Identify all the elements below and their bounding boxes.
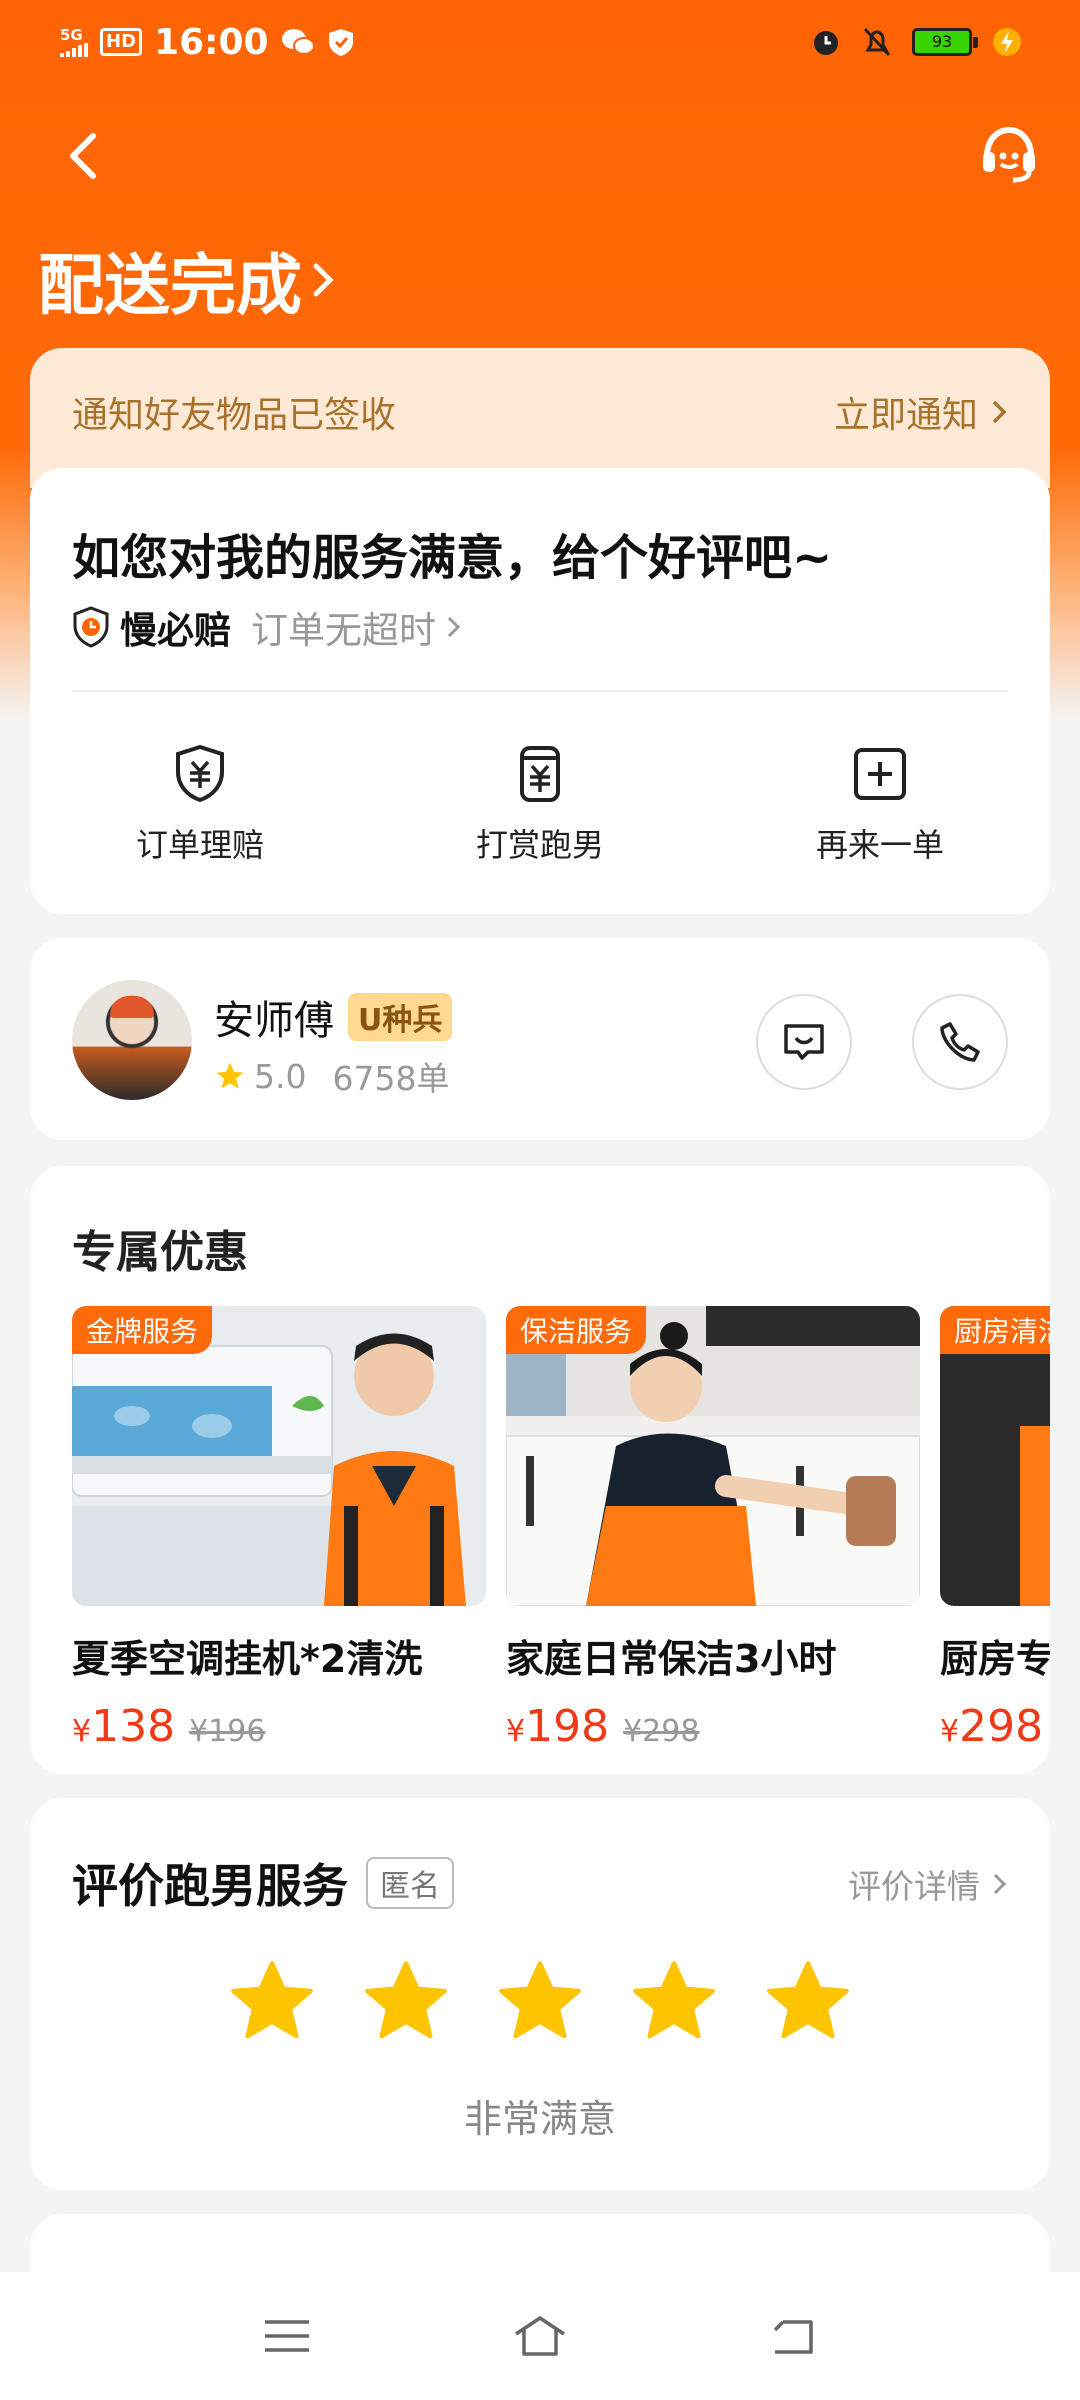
order-claim-button[interactable]: 订单理赔 xyxy=(30,742,370,866)
rate-title: 评价跑男服务 xyxy=(72,1859,348,1913)
deals-carousel[interactable]: 金牌服务 夏季空调挂机*2清洗 ¥138 ¥196 保洁服务 家庭日常保洁3小时… xyxy=(72,1306,1050,1752)
star-rating[interactable] xyxy=(30,1958,1050,2044)
deal-item[interactable]: 金牌服务 夏季空调挂机*2清洗 ¥138 ¥196 xyxy=(72,1306,486,1752)
star-icon[interactable] xyxy=(497,1958,583,2044)
home-icon[interactable] xyxy=(510,2306,570,2366)
deal-item[interactable]: 厨房清洁 厨房专项清洁 ¥298 xyxy=(940,1306,1050,1752)
deal-price: ¥198 ¥298 xyxy=(506,1701,920,1752)
rating-result-text: 非常满意 xyxy=(463,2097,616,2141)
clock: 16:00 xyxy=(154,21,269,63)
guarantee-name: 慢必赔 xyxy=(120,609,231,652)
action-label: 再来一单 xyxy=(815,826,944,864)
deal-tag: 金牌服务 xyxy=(72,1306,213,1354)
notify-text: 通知好友物品已签收 xyxy=(72,395,397,436)
call-rider-button[interactable] xyxy=(912,994,1008,1090)
tip-rider-button[interactable]: 打赏跑男 xyxy=(370,742,710,866)
charging-icon xyxy=(993,28,1021,56)
chevron-left-icon xyxy=(70,133,96,179)
headset-icon xyxy=(983,126,1035,183)
mute-bell-icon xyxy=(863,27,891,57)
deal-original-price: ¥196 xyxy=(189,1714,266,1749)
order-actions: 订单理赔 打赏跑男 再来一单 xyxy=(30,742,1050,866)
tip-cup-icon xyxy=(520,746,560,802)
deal-current-price: 138 xyxy=(91,1701,176,1752)
phone-icon xyxy=(940,1022,980,1062)
status-bar: 5G HD 16:00 93 xyxy=(0,0,1080,84)
deal-image: 保洁服务 xyxy=(506,1306,920,1606)
chevron-right-icon xyxy=(993,1873,1007,1895)
shield-status-icon xyxy=(328,29,353,56)
review-prompt-title: 如您对我的服务满意，给个好评吧~ xyxy=(72,530,833,586)
deals-title: 专属优惠 xyxy=(72,1227,248,1278)
customer-service-button[interactable] xyxy=(975,120,1043,188)
deal-image: 金牌服务 xyxy=(72,1306,486,1606)
star-icon[interactable] xyxy=(765,1958,851,2044)
rider-stats: 5.0 6758单 xyxy=(214,1052,449,1100)
deal-original-price: ¥298 xyxy=(623,1714,700,1749)
rating-detail-link[interactable]: 评价详情 xyxy=(848,1860,1008,1908)
rider-avatar xyxy=(72,980,192,1100)
deal-name: 家庭日常保洁3小时 xyxy=(506,1637,837,1681)
deal-image: 厨房清洁 xyxy=(940,1306,1050,1606)
claim-shield-icon xyxy=(176,744,224,803)
battery-indicator: 93 xyxy=(912,28,978,56)
deal-tag: 厨房清洁 xyxy=(940,1306,1050,1354)
deal-price: ¥298 xyxy=(940,1701,1050,1752)
network-type: 5G xyxy=(60,25,83,44)
rate-title-row: 评价跑男服务 匿名 xyxy=(72,1850,454,1916)
back-nav-icon[interactable] xyxy=(763,2306,823,2366)
action-label: 订单理赔 xyxy=(135,826,264,864)
clock-shield-icon xyxy=(73,606,109,648)
signal-indicator: 5G xyxy=(60,25,88,57)
deal-price: ¥138 ¥196 xyxy=(72,1701,486,1752)
rider-name: 安师傅 xyxy=(214,998,334,1044)
currency-symbol: ¥ xyxy=(940,1714,960,1749)
star-icon[interactable] xyxy=(363,1958,449,2044)
deal-name: 夏季空调挂机*2清洗 xyxy=(72,1637,423,1681)
exclusive-deals-card: 专属优惠 金牌服务 夏季空调挂机*2清洗 ¥138 ¥196 保洁服务 家庭日常… xyxy=(30,1166,1050,1774)
alarm-icon xyxy=(814,31,838,55)
chat-icon xyxy=(784,1024,824,1060)
notify-friend-bar[interactable]: 通知好友物品已签收 立即通知 xyxy=(30,348,1050,488)
deal-name: 厨房专项清洁 xyxy=(940,1637,1050,1681)
rider-rating: 5.0 xyxy=(254,1056,307,1096)
page-title-text: 配送完成 xyxy=(38,247,302,324)
deal-current-price: 298 xyxy=(959,1701,1044,1752)
star-icon[interactable] xyxy=(229,1958,315,2044)
menu-icon[interactable] xyxy=(257,2306,317,2366)
deal-tag: 保洁服务 xyxy=(506,1306,647,1354)
rate-service-card: 评价跑男服务 匿名 评价详情 非常满意 xyxy=(30,1798,1050,2190)
reorder-button[interactable]: 再来一单 xyxy=(710,742,1050,866)
rider-badge: U种兵 xyxy=(348,993,453,1041)
signal-bars-icon xyxy=(60,42,88,57)
message-rider-button[interactable] xyxy=(756,994,852,1090)
chevron-right-icon xyxy=(313,263,334,297)
rider-order-count: 6758单 xyxy=(332,1059,450,1098)
review-prompt-card: 如您对我的服务满意，给个好评吧~ 慢必赔 订单无超时 订单理赔 打赏跑男 再来一… xyxy=(30,468,1050,914)
chevron-right-icon xyxy=(447,616,461,638)
deal-current-price: 198 xyxy=(525,1701,610,1752)
wechat-icon xyxy=(281,29,315,55)
chevron-right-icon xyxy=(992,400,1007,424)
guarantee-desc: 订单无超时 xyxy=(251,609,436,652)
action-label: 打赏跑男 xyxy=(475,826,604,864)
back-button[interactable] xyxy=(55,126,115,186)
notify-now-button[interactable]: 立即通知 xyxy=(834,386,1008,438)
rider-name-row: 安师傅 U种兵 xyxy=(214,988,453,1046)
divider xyxy=(72,690,1008,692)
currency-symbol: ¥ xyxy=(506,1714,526,1749)
rider-card: 安师傅 U种兵 5.0 6758单 xyxy=(30,938,1050,1140)
currency-symbol: ¥ xyxy=(72,1714,92,1749)
reorder-plus-icon xyxy=(854,748,906,800)
deal-item[interactable]: 保洁服务 家庭日常保洁3小时 ¥198 ¥298 xyxy=(506,1306,920,1752)
hd-icon: HD xyxy=(100,28,143,56)
system-nav-bar xyxy=(0,2272,1080,2400)
anonymous-badge[interactable]: 匿名 xyxy=(366,1857,454,1909)
rating-detail-label: 评价详情 xyxy=(848,1867,980,1906)
star-icon xyxy=(216,1062,244,1089)
page-title[interactable]: 配送完成 xyxy=(38,232,338,328)
guarantee-row[interactable]: 慢必赔 订单无超时 xyxy=(72,600,462,654)
star-icon[interactable] xyxy=(631,1958,717,2044)
notify-now-label: 立即通知 xyxy=(833,395,978,436)
